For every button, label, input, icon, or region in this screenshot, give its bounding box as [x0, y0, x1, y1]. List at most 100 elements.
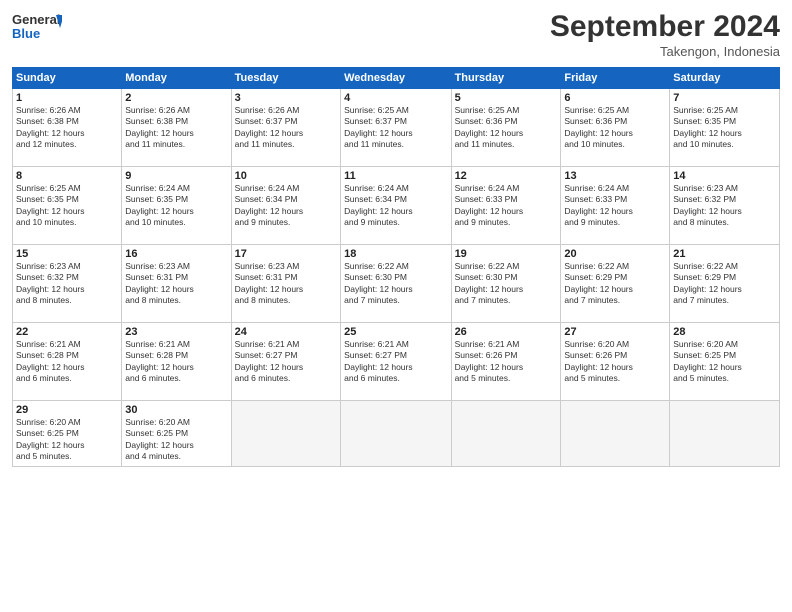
calendar-cell: 12Sunrise: 6:24 AM Sunset: 6:33 PM Dayli… [451, 167, 561, 245]
calendar-cell: 17Sunrise: 6:23 AM Sunset: 6:31 PM Dayli… [231, 245, 340, 323]
logo: General Blue [12, 10, 62, 46]
day-info: Sunrise: 6:24 AM Sunset: 6:34 PM Dayligh… [344, 183, 447, 229]
day-number: 25 [344, 326, 447, 338]
day-info: Sunrise: 6:26 AM Sunset: 6:38 PM Dayligh… [125, 105, 227, 151]
day-info: Sunrise: 6:20 AM Sunset: 6:26 PM Dayligh… [564, 339, 666, 385]
calendar-cell: 19Sunrise: 6:22 AM Sunset: 6:30 PM Dayli… [451, 245, 561, 323]
calendar-cell: 28Sunrise: 6:20 AM Sunset: 6:25 PM Dayli… [670, 323, 780, 401]
day-number: 13 [564, 170, 666, 182]
calendar-cell [670, 401, 780, 467]
calendar-day-header: Tuesday [231, 68, 340, 89]
calendar-cell: 29Sunrise: 6:20 AM Sunset: 6:25 PM Dayli… [13, 401, 122, 467]
svg-text:General: General [12, 12, 60, 27]
day-info: Sunrise: 6:23 AM Sunset: 6:32 PM Dayligh… [16, 261, 118, 307]
day-number: 23 [125, 326, 227, 338]
calendar-week-row: 22Sunrise: 6:21 AM Sunset: 6:28 PM Dayli… [13, 323, 780, 401]
calendar: SundayMondayTuesdayWednesdayThursdayFrid… [12, 67, 780, 467]
calendar-cell: 4Sunrise: 6:25 AM Sunset: 6:37 PM Daylig… [341, 89, 451, 167]
calendar-cell: 21Sunrise: 6:22 AM Sunset: 6:29 PM Dayli… [670, 245, 780, 323]
calendar-cell: 23Sunrise: 6:21 AM Sunset: 6:28 PM Dayli… [122, 323, 231, 401]
day-number: 15 [16, 248, 118, 260]
day-info: Sunrise: 6:21 AM Sunset: 6:28 PM Dayligh… [16, 339, 118, 385]
day-number: 17 [235, 248, 337, 260]
calendar-cell: 13Sunrise: 6:24 AM Sunset: 6:33 PM Dayli… [561, 167, 670, 245]
day-number: 29 [16, 404, 118, 416]
day-info: Sunrise: 6:24 AM Sunset: 6:33 PM Dayligh… [564, 183, 666, 229]
title-section: September 2024 Takengon, Indonesia [550, 10, 780, 59]
day-number: 2 [125, 92, 227, 104]
calendar-cell: 1Sunrise: 6:26 AM Sunset: 6:38 PM Daylig… [13, 89, 122, 167]
day-number: 22 [16, 326, 118, 338]
day-number: 12 [455, 170, 558, 182]
day-number: 30 [125, 404, 227, 416]
day-info: Sunrise: 6:21 AM Sunset: 6:26 PM Dayligh… [455, 339, 558, 385]
calendar-cell: 22Sunrise: 6:21 AM Sunset: 6:28 PM Dayli… [13, 323, 122, 401]
calendar-cell [231, 401, 340, 467]
day-number: 9 [125, 170, 227, 182]
calendar-day-header: Friday [561, 68, 670, 89]
day-number: 10 [235, 170, 337, 182]
day-number: 28 [673, 326, 776, 338]
day-info: Sunrise: 6:22 AM Sunset: 6:29 PM Dayligh… [673, 261, 776, 307]
day-info: Sunrise: 6:22 AM Sunset: 6:30 PM Dayligh… [455, 261, 558, 307]
day-info: Sunrise: 6:22 AM Sunset: 6:29 PM Dayligh… [564, 261, 666, 307]
calendar-cell: 2Sunrise: 6:26 AM Sunset: 6:38 PM Daylig… [122, 89, 231, 167]
day-number: 11 [344, 170, 447, 182]
day-info: Sunrise: 6:23 AM Sunset: 6:31 PM Dayligh… [235, 261, 337, 307]
subtitle: Takengon, Indonesia [550, 44, 780, 59]
day-info: Sunrise: 6:23 AM Sunset: 6:32 PM Dayligh… [673, 183, 776, 229]
day-number: 3 [235, 92, 337, 104]
day-info: Sunrise: 6:25 AM Sunset: 6:36 PM Dayligh… [564, 105, 666, 151]
day-info: Sunrise: 6:20 AM Sunset: 6:25 PM Dayligh… [673, 339, 776, 385]
day-number: 5 [455, 92, 558, 104]
calendar-cell: 5Sunrise: 6:25 AM Sunset: 6:36 PM Daylig… [451, 89, 561, 167]
calendar-cell [561, 401, 670, 467]
day-number: 21 [673, 248, 776, 260]
day-number: 8 [16, 170, 118, 182]
day-info: Sunrise: 6:24 AM Sunset: 6:33 PM Dayligh… [455, 183, 558, 229]
day-number: 26 [455, 326, 558, 338]
calendar-week-row: 29Sunrise: 6:20 AM Sunset: 6:25 PM Dayli… [13, 401, 780, 467]
calendar-day-header: Sunday [13, 68, 122, 89]
calendar-cell: 27Sunrise: 6:20 AM Sunset: 6:26 PM Dayli… [561, 323, 670, 401]
header: General Blue September 2024 Takengon, In… [12, 10, 780, 59]
calendar-cell: 3Sunrise: 6:26 AM Sunset: 6:37 PM Daylig… [231, 89, 340, 167]
calendar-cell: 20Sunrise: 6:22 AM Sunset: 6:29 PM Dayli… [561, 245, 670, 323]
calendar-cell: 6Sunrise: 6:25 AM Sunset: 6:36 PM Daylig… [561, 89, 670, 167]
calendar-body: 1Sunrise: 6:26 AM Sunset: 6:38 PM Daylig… [13, 89, 780, 467]
logo-svg: General Blue [12, 10, 62, 46]
day-info: Sunrise: 6:24 AM Sunset: 6:35 PM Dayligh… [125, 183, 227, 229]
month-title: September 2024 [550, 10, 780, 44]
day-info: Sunrise: 6:20 AM Sunset: 6:25 PM Dayligh… [125, 417, 227, 463]
calendar-day-header: Thursday [451, 68, 561, 89]
day-number: 14 [673, 170, 776, 182]
calendar-cell: 7Sunrise: 6:25 AM Sunset: 6:35 PM Daylig… [670, 89, 780, 167]
day-info: Sunrise: 6:21 AM Sunset: 6:27 PM Dayligh… [235, 339, 337, 385]
day-number: 4 [344, 92, 447, 104]
calendar-cell [341, 401, 451, 467]
calendar-cell: 30Sunrise: 6:20 AM Sunset: 6:25 PM Dayli… [122, 401, 231, 467]
day-info: Sunrise: 6:26 AM Sunset: 6:38 PM Dayligh… [16, 105, 118, 151]
calendar-cell: 25Sunrise: 6:21 AM Sunset: 6:27 PM Dayli… [341, 323, 451, 401]
calendar-header-row: SundayMondayTuesdayWednesdayThursdayFrid… [13, 68, 780, 89]
day-number: 19 [455, 248, 558, 260]
day-info: Sunrise: 6:20 AM Sunset: 6:25 PM Dayligh… [16, 417, 118, 463]
day-number: 20 [564, 248, 666, 260]
day-number: 7 [673, 92, 776, 104]
day-number: 18 [344, 248, 447, 260]
calendar-cell: 11Sunrise: 6:24 AM Sunset: 6:34 PM Dayli… [341, 167, 451, 245]
calendar-cell: 15Sunrise: 6:23 AM Sunset: 6:32 PM Dayli… [13, 245, 122, 323]
day-info: Sunrise: 6:25 AM Sunset: 6:36 PM Dayligh… [455, 105, 558, 151]
day-info: Sunrise: 6:24 AM Sunset: 6:34 PM Dayligh… [235, 183, 337, 229]
day-info: Sunrise: 6:21 AM Sunset: 6:27 PM Dayligh… [344, 339, 447, 385]
calendar-day-header: Wednesday [341, 68, 451, 89]
calendar-cell: 10Sunrise: 6:24 AM Sunset: 6:34 PM Dayli… [231, 167, 340, 245]
calendar-day-header: Saturday [670, 68, 780, 89]
day-info: Sunrise: 6:25 AM Sunset: 6:37 PM Dayligh… [344, 105, 447, 151]
day-number: 24 [235, 326, 337, 338]
calendar-cell: 14Sunrise: 6:23 AM Sunset: 6:32 PM Dayli… [670, 167, 780, 245]
day-info: Sunrise: 6:26 AM Sunset: 6:37 PM Dayligh… [235, 105, 337, 151]
day-info: Sunrise: 6:22 AM Sunset: 6:30 PM Dayligh… [344, 261, 447, 307]
day-info: Sunrise: 6:21 AM Sunset: 6:28 PM Dayligh… [125, 339, 227, 385]
calendar-cell [451, 401, 561, 467]
